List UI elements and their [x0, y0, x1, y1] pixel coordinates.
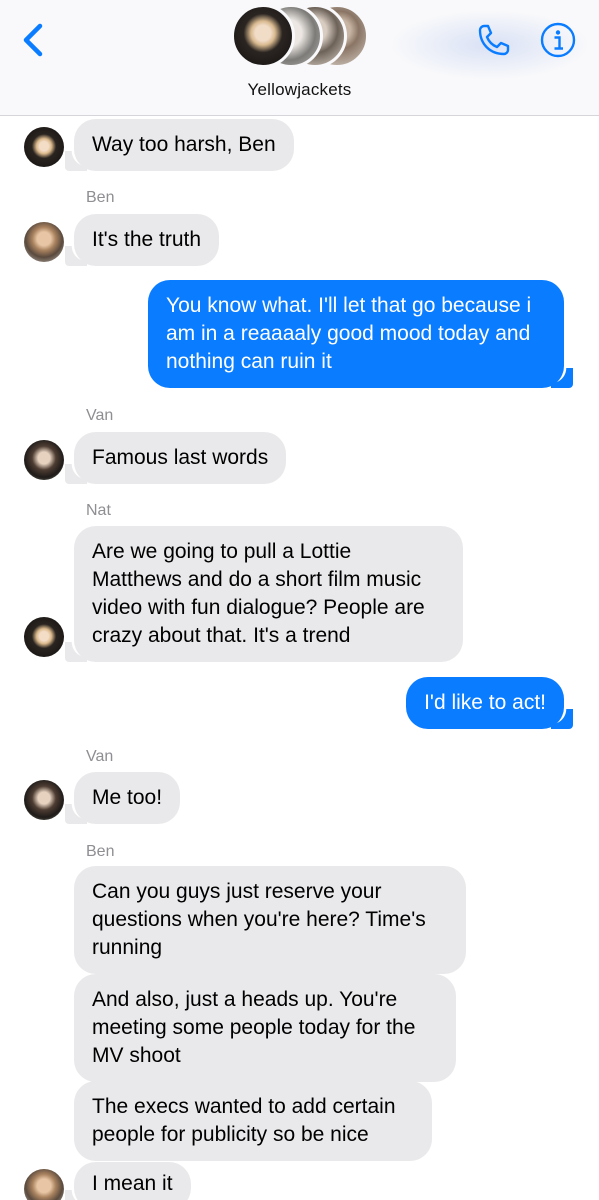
avatar[interactable]: [24, 617, 64, 657]
chat-header: Yellowjackets: [0, 0, 599, 116]
message-text: Me too!: [92, 786, 163, 809]
sender-name: Ben: [86, 189, 115, 206]
avatar[interactable]: [24, 1169, 64, 1200]
avatar[interactable]: [24, 440, 64, 480]
message-bubble-incoming[interactable]: I mean it: [65, 1162, 191, 1200]
call-button[interactable]: [474, 20, 514, 60]
message-bubble-outgoing[interactable]: You know what. I'll let that go because …: [148, 280, 573, 388]
info-button[interactable]: [538, 20, 578, 60]
message-bubble-incoming[interactable]: Way too harsh, Ben: [65, 119, 294, 171]
message-bubble-incoming[interactable]: Can you guys just reserve your questions…: [74, 866, 466, 974]
sender-name: Van: [86, 748, 114, 765]
chevron-left-icon: [23, 23, 43, 57]
message-text: Way too harsh, Ben: [92, 133, 276, 156]
avatar[interactable]: [24, 222, 64, 262]
message-text: Famous last words: [92, 446, 269, 469]
message-bubble-incoming[interactable]: Famous last words: [64, 432, 287, 484]
message-text: The execs wanted to add certain people f…: [92, 1095, 396, 1146]
message-text: I'd like to act!: [424, 691, 546, 714]
phone-icon: [478, 24, 510, 56]
sender-name: Van: [86, 407, 114, 424]
message-text: I mean it: [92, 1172, 173, 1195]
member-avatar: [231, 4, 295, 68]
sender-name: Ben: [86, 843, 115, 860]
group-avatar-stack[interactable]: [231, 2, 371, 70]
message-bubble-incoming[interactable]: The execs wanted to add certain people f…: [74, 1081, 432, 1161]
avatar[interactable]: [24, 780, 64, 820]
message-text: Are we going to pull a Lottie Matthews a…: [92, 540, 425, 647]
message-bubble-incoming[interactable]: Me too!: [64, 772, 181, 824]
avatar[interactable]: [24, 127, 64, 167]
message-text: You know what. I'll let that go because …: [166, 294, 532, 373]
chat-title[interactable]: Yellowjackets: [0, 80, 599, 100]
message-text: It's the truth: [92, 228, 202, 251]
message-bubble-incoming[interactable]: It's the truth: [64, 214, 220, 266]
message-list[interactable]: Way too harsh, Ben Ben It's the truth Yo…: [0, 117, 599, 1200]
message-bubble-incoming[interactable]: Are we going to pull a Lottie Matthews a…: [65, 526, 463, 662]
back-button[interactable]: [18, 20, 52, 60]
message-text: And also, just a heads up. You're meetin…: [92, 988, 416, 1067]
message-text: Can you guys just reserve your questions…: [92, 880, 426, 959]
message-bubble-outgoing[interactable]: I'd like to act!: [406, 677, 573, 729]
message-bubble-incoming[interactable]: And also, just a heads up. You're meetin…: [74, 974, 456, 1082]
info-icon: [540, 22, 576, 58]
sender-name: Nat: [86, 502, 111, 519]
